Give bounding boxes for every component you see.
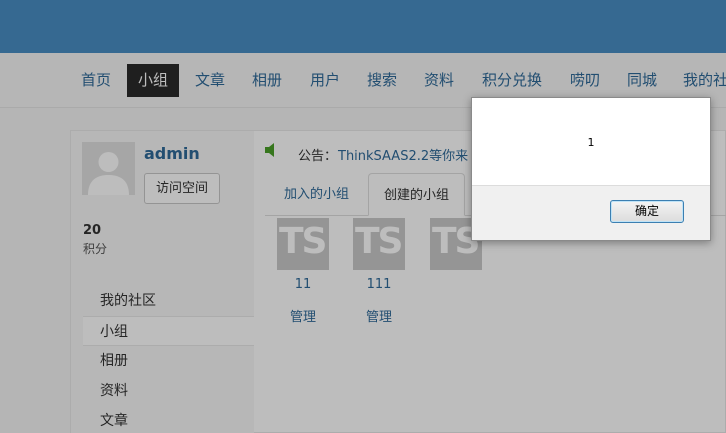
dialog-footer: 确定 (472, 185, 710, 240)
dialog-message: 1 (587, 136, 595, 149)
dialog-ok-button[interactable]: 确定 (610, 200, 684, 223)
alert-dialog: 1 确定 (471, 97, 711, 241)
